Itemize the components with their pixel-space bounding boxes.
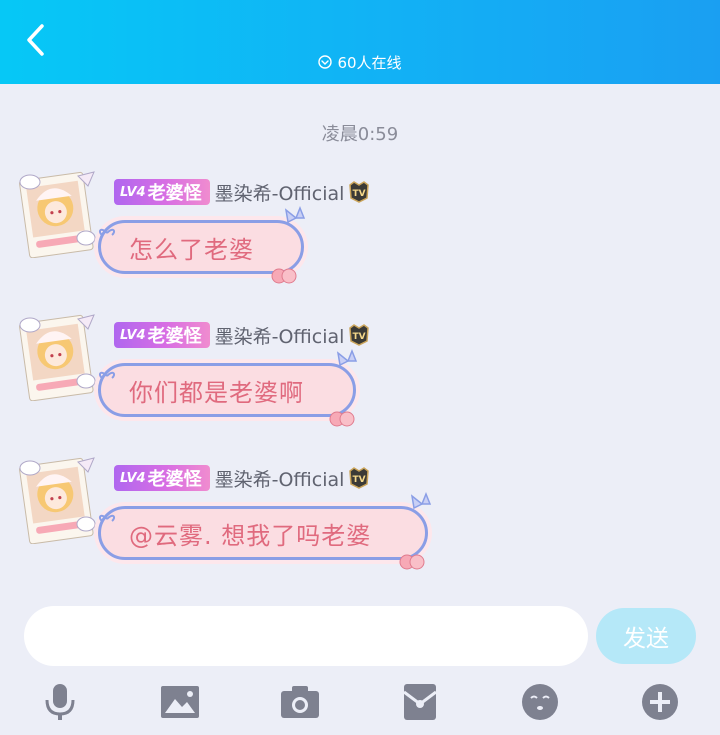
message-meta: LV4 老婆怪 墨染希-Official TV bbox=[114, 464, 371, 492]
bow-icon bbox=[336, 349, 358, 367]
bow-icon bbox=[284, 206, 306, 224]
emoji-icon[interactable] bbox=[518, 680, 562, 724]
microphone-icon[interactable] bbox=[38, 680, 82, 724]
message-meta: LV4 老婆怪 墨染希-Official TV bbox=[114, 178, 371, 206]
cherry-icon bbox=[329, 411, 355, 427]
tv-icon: TV bbox=[347, 323, 371, 347]
username[interactable]: 墨染希-Official bbox=[215, 465, 345, 492]
svg-text:TV: TV bbox=[353, 189, 366, 199]
level-title: 老婆怪 bbox=[147, 326, 202, 347]
online-count-text: 60人在线 bbox=[337, 53, 402, 72]
cherry-icon bbox=[271, 268, 297, 284]
level-title: 老婆怪 bbox=[147, 183, 202, 204]
message-timestamp: 凌晨0:59 bbox=[321, 124, 399, 145]
username[interactable]: 墨染希-Official bbox=[215, 322, 345, 349]
message-input[interactable] bbox=[24, 606, 588, 666]
online-count: 60人在线 bbox=[0, 50, 720, 74]
cherry-icon bbox=[399, 554, 425, 570]
message-meta: LV4 老婆怪 墨染希-Official TV bbox=[114, 321, 371, 349]
camera-icon[interactable] bbox=[278, 680, 322, 724]
ribbon-icon bbox=[98, 228, 116, 236]
chat-message: LV4 老婆怪 墨染希-Official TV 怎么了老婆 bbox=[0, 168, 720, 298]
level-badge: LV4 老婆怪 bbox=[114, 179, 210, 205]
avatar[interactable] bbox=[16, 311, 98, 402]
level-title: 老婆怪 bbox=[147, 469, 202, 490]
level-badge: LV4 老婆怪 bbox=[114, 465, 210, 491]
ribbon-icon bbox=[98, 371, 116, 379]
red-packet-icon[interactable] bbox=[398, 680, 442, 724]
ribbon-icon bbox=[98, 514, 116, 522]
chat-message: LV4 老婆怪 墨染希-Official TV @云雾. 想我了吗老婆 bbox=[0, 454, 720, 584]
level-badge: LV4 老婆怪 bbox=[114, 322, 210, 348]
level-text: LV4 bbox=[120, 184, 146, 200]
level-text: LV4 bbox=[120, 327, 146, 343]
bow-icon bbox=[410, 492, 432, 510]
chat-message: LV4 老婆怪 墨染希-Official TV 你们都是老婆啊 bbox=[0, 311, 720, 441]
svg-text:TV: TV bbox=[353, 475, 366, 485]
message-bubble[interactable]: @云雾. 想我了吗老婆 bbox=[98, 506, 428, 560]
send-button[interactable]: 发送 bbox=[596, 608, 696, 664]
avatar[interactable] bbox=[16, 168, 98, 259]
svg-text:TV: TV bbox=[353, 332, 366, 342]
plus-icon[interactable] bbox=[638, 680, 682, 724]
chat-header: 60人在线 bbox=[0, 0, 720, 84]
input-bar: 发送 bbox=[0, 594, 720, 735]
tv-icon: TV bbox=[347, 180, 371, 204]
image-icon[interactable] bbox=[158, 680, 202, 724]
chevron-circle-icon bbox=[318, 55, 333, 69]
username[interactable]: 墨染希-Official bbox=[215, 179, 345, 206]
message-bubble[interactable]: 你们都是老婆啊 bbox=[98, 363, 356, 417]
tv-icon: TV bbox=[347, 466, 371, 490]
level-text: LV4 bbox=[120, 470, 146, 486]
avatar[interactable] bbox=[16, 454, 98, 545]
